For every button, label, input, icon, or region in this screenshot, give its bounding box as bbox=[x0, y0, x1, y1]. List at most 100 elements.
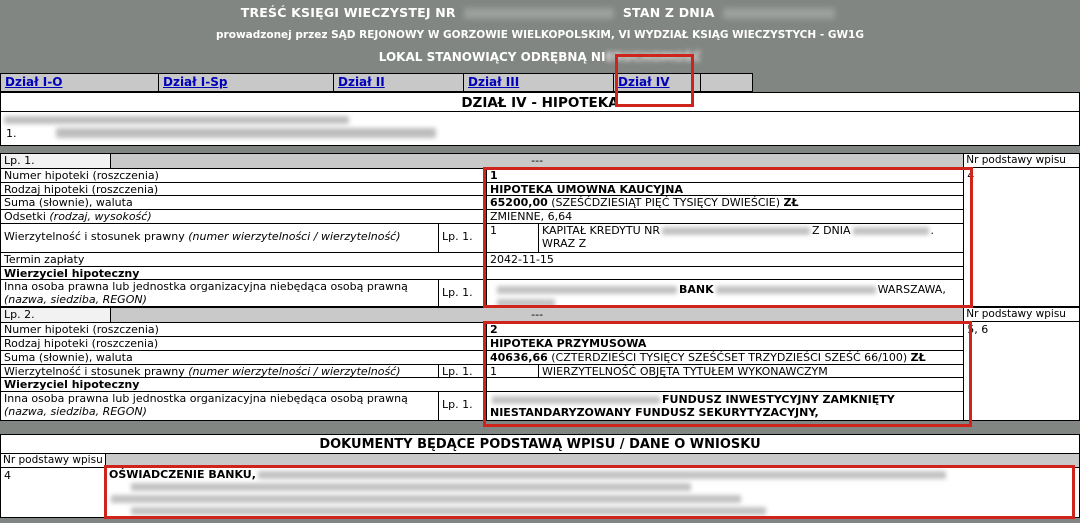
creditor-fund-1: FUNDUSZ INWESTYCYJNY ZAMKNIĘTY bbox=[662, 393, 895, 406]
court-subtitle: prowadzonej przez SĄD REJONOWY W GORZOWI… bbox=[0, 29, 1080, 41]
document-line-1: OŚWIADCZENIE BANKU, bbox=[109, 469, 1076, 481]
row-wierzyciel-header: Wierzyciel hipoteczny bbox=[1, 377, 963, 391]
claim-number-cell: 1 bbox=[486, 365, 538, 378]
tab-dzial-i-sp[interactable]: Dział I-Sp bbox=[159, 74, 334, 91]
suma-currency: ZŁ bbox=[911, 351, 926, 364]
property-type-blurred: ERUCHOMOŚĆ bbox=[605, 50, 701, 64]
claim-text-cell: WIERZYTELNOŚĆ OBJĘTA TYTUŁEM WYKONAWCZYM bbox=[538, 365, 963, 378]
tab-dzial-iii[interactable]: Dział III bbox=[464, 74, 614, 91]
group-header: Wierzyciel hipoteczny bbox=[1, 378, 486, 391]
hipoteka-entry-1: Lp. 1. --- Numer hipoteki (roszczenia) 1… bbox=[0, 153, 1080, 307]
entry-2-header-row: Lp. 2. --- bbox=[1, 308, 963, 322]
field-value: 2042-11-15 bbox=[486, 253, 963, 266]
header-band bbox=[106, 454, 1079, 467]
redacted-text bbox=[497, 286, 677, 294]
field-label: Rodzaj hipoteki (roszczenia) bbox=[1, 183, 486, 196]
field-value: HIPOTEKA UMOWNA KAUCYJNA bbox=[486, 183, 963, 196]
redacted-text bbox=[853, 227, 929, 235]
section-title: DZIAŁ IV - HIPOTEKA bbox=[0, 92, 1080, 112]
label-note: (numer wierzytelności / wierzytelność) bbox=[188, 230, 400, 243]
property-type-line: LOKAL STANOWIĄCY ODRĘBNĄ NIERUCHOMOŚĆ bbox=[0, 50, 1080, 64]
empty-cell bbox=[486, 378, 963, 391]
label-note: (nazwa, siedziba, REGON) bbox=[4, 293, 147, 306]
documents-row: 4 OŚWIADCZENIE BANKU, bbox=[1, 468, 1079, 517]
documents-header-row: Nr podstawy wpisu bbox=[1, 454, 1079, 468]
document-text-cell: OŚWIADCZENIE BANKU, bbox=[106, 468, 1079, 517]
redacted-text bbox=[111, 495, 741, 503]
sub-lp-cell: Lp. 1. bbox=[438, 365, 486, 378]
row-rodzaj-hipoteki: Rodzaj hipoteki (roszczenia) HIPOTEKA PR… bbox=[1, 336, 963, 350]
npw-value: 4 bbox=[964, 168, 1079, 183]
redacted-text bbox=[258, 471, 946, 479]
document-line-3 bbox=[109, 493, 1076, 505]
entry-1-main: Lp. 1. --- Numer hipoteki (roszczenia) 1… bbox=[1, 154, 963, 306]
suma-amount: 65200,00 bbox=[490, 196, 548, 209]
row-suma: Suma (słownie), waluta 40636,66 (CZTERDZ… bbox=[1, 350, 963, 364]
row-rodzaj-hipoteki: Rodzaj hipoteki (roszczenia) HIPOTEKA UM… bbox=[1, 182, 963, 196]
creditor-cell: BANKWARSZAWA, bbox=[486, 280, 963, 306]
field-label: Inna osoba prawna lub jednostka organiza… bbox=[1, 392, 438, 420]
field-label: Wierzytelność i stosunek prawny (numer w… bbox=[1, 365, 438, 378]
field-label: Numer hipoteki (roszczenia) bbox=[1, 323, 486, 336]
documents-section: DOKUMENTY BĘDĄCE PODSTAWĄ WPISU / DANE O… bbox=[0, 434, 1080, 518]
claim-text-cell: KAPITAŁ KREDYTU NRZ DNIA. WRAZ Z ODSETKA… bbox=[538, 224, 963, 252]
field-value: 40636,66 (CZTERDZIEŚCI TYSIĘCY SZEŚĆSET … bbox=[486, 351, 963, 364]
wzmianka-item-number: 1. bbox=[6, 127, 17, 140]
claim-number-cell: 1 bbox=[486, 224, 538, 252]
redacted-text bbox=[716, 286, 876, 294]
redacted-text bbox=[4, 116, 349, 124]
row-termin-zaplaty: Termin zapłaty 2042-11-15 bbox=[1, 252, 963, 266]
suma-amount: 40636,66 bbox=[490, 351, 548, 364]
sub-lp-cell: Lp. 1. bbox=[438, 392, 486, 420]
hipoteka-entry-2: Lp. 2. --- Numer hipoteki (roszczenia) 2… bbox=[0, 307, 1080, 421]
tab-bar-filler bbox=[701, 74, 752, 91]
tab-dzial-ii[interactable]: Dział II bbox=[334, 74, 464, 91]
register-title-middle: STAN Z DNIA bbox=[623, 5, 715, 20]
entry-2-main: Lp. 2. --- Numer hipoteki (roszczenia) 2… bbox=[1, 308, 963, 420]
property-type-visible: LOKAL STANOWIĄCY ODRĘBNĄ NI bbox=[379, 50, 606, 64]
field-label: Odsetki (rodzaj, wysokość) bbox=[1, 210, 486, 223]
separator-band: --- bbox=[111, 308, 963, 322]
row-wierzytelnosc: Wierzytelność i stosunek prawny (numer w… bbox=[1, 364, 963, 378]
document-line-2 bbox=[109, 481, 1076, 493]
field-label: Suma (słownie), waluta bbox=[1, 351, 486, 364]
section-tab-bar: Dział I-O Dział I-Sp Dział II Dział III … bbox=[0, 73, 753, 92]
tab-dzial-i-o[interactable]: Dział I-O bbox=[1, 74, 159, 91]
label-note: (numer wierzytelności / wierzytelność) bbox=[188, 365, 400, 378]
row-inna-osoba: Inna osoba prawna lub jednostka organiza… bbox=[1, 391, 963, 420]
document-npw-value: 4 bbox=[1, 468, 106, 517]
row-wierzyciel-header: Wierzyciel hipoteczny bbox=[1, 266, 963, 280]
field-label: Termin zapłaty bbox=[1, 253, 486, 266]
field-value: 65200,00 (SZEŚĆDZIESIĄT PIĘĆ TYSIĘCY DWI… bbox=[486, 196, 963, 209]
creditor-fund-2: NIESTANDARYZOWANY FUNDUSZ SEKURYTYZACYJN… bbox=[490, 406, 819, 419]
creditor-line-2: NIESTANDARYZOWANY FUNDUSZ SEKURYTYZACYJN… bbox=[490, 406, 960, 420]
claim-line-1: KAPITAŁ KREDYTU NRZ DNIA. WRAZ Z bbox=[542, 224, 960, 250]
empty-cell bbox=[486, 267, 963, 280]
redacted-text bbox=[56, 128, 436, 138]
row-suma: Suma (słownie), waluta 65200,00 (SZEŚĆDZ… bbox=[1, 195, 963, 209]
field-label: Suma (słownie), waluta bbox=[1, 196, 486, 209]
suma-currency: ZŁ bbox=[784, 196, 799, 209]
document-line-4 bbox=[109, 505, 1076, 517]
npw-header: Nr podstawy wpisu bbox=[1, 454, 106, 467]
label-note: (nazwa, siedziba, REGON) bbox=[4, 405, 147, 418]
creditor-line-1: BANKWARSZAWA, bbox=[495, 283, 960, 296]
register-title-line: TREŚĆ KSIĘGI WIECZYSTEJ NR STAN Z DNIA bbox=[0, 5, 1080, 20]
npw-column: Nr podstawy wpisu 4 bbox=[963, 154, 1079, 306]
row-wierzytelnosc: Wierzytelność i stosunek prawny (numer w… bbox=[1, 223, 963, 252]
sub-lp-cell: Lp. 1. bbox=[438, 224, 486, 252]
label-note: (rodzaj, wysokość) bbox=[49, 210, 151, 223]
redacted-text bbox=[131, 507, 766, 515]
suma-words: (SZEŚĆDZIESIĄT PIĘĆ TYSIĘCY DWIEŚCIE) bbox=[551, 196, 780, 209]
tab-dzial-iv[interactable]: Dział IV bbox=[614, 74, 701, 91]
sub-lp-cell: Lp. 1. bbox=[438, 280, 486, 306]
suma-words: (CZTERDZIEŚCI TYSIĘCY SZEŚĆSET TRZYDZIEŚ… bbox=[551, 351, 907, 364]
register-title-prefix: TREŚĆ KSIĘGI WIECZYSTEJ NR bbox=[241, 5, 456, 20]
row-odsetki: Odsetki (rodzaj, wysokość) ZMIENNE, 6,64 bbox=[1, 209, 963, 223]
creditor-city: WARSZAWA, bbox=[878, 283, 946, 296]
entry-1-header-row: Lp. 1. --- bbox=[1, 154, 963, 168]
field-label: Inna osoba prawna lub jednostka organiza… bbox=[1, 280, 438, 306]
document-name: OŚWIADCZENIE BANKU, bbox=[109, 468, 256, 481]
group-header: Wierzyciel hipoteczny bbox=[1, 267, 486, 280]
row-numer-hipoteki: Numer hipoteki (roszczenia) 2 bbox=[1, 322, 963, 336]
